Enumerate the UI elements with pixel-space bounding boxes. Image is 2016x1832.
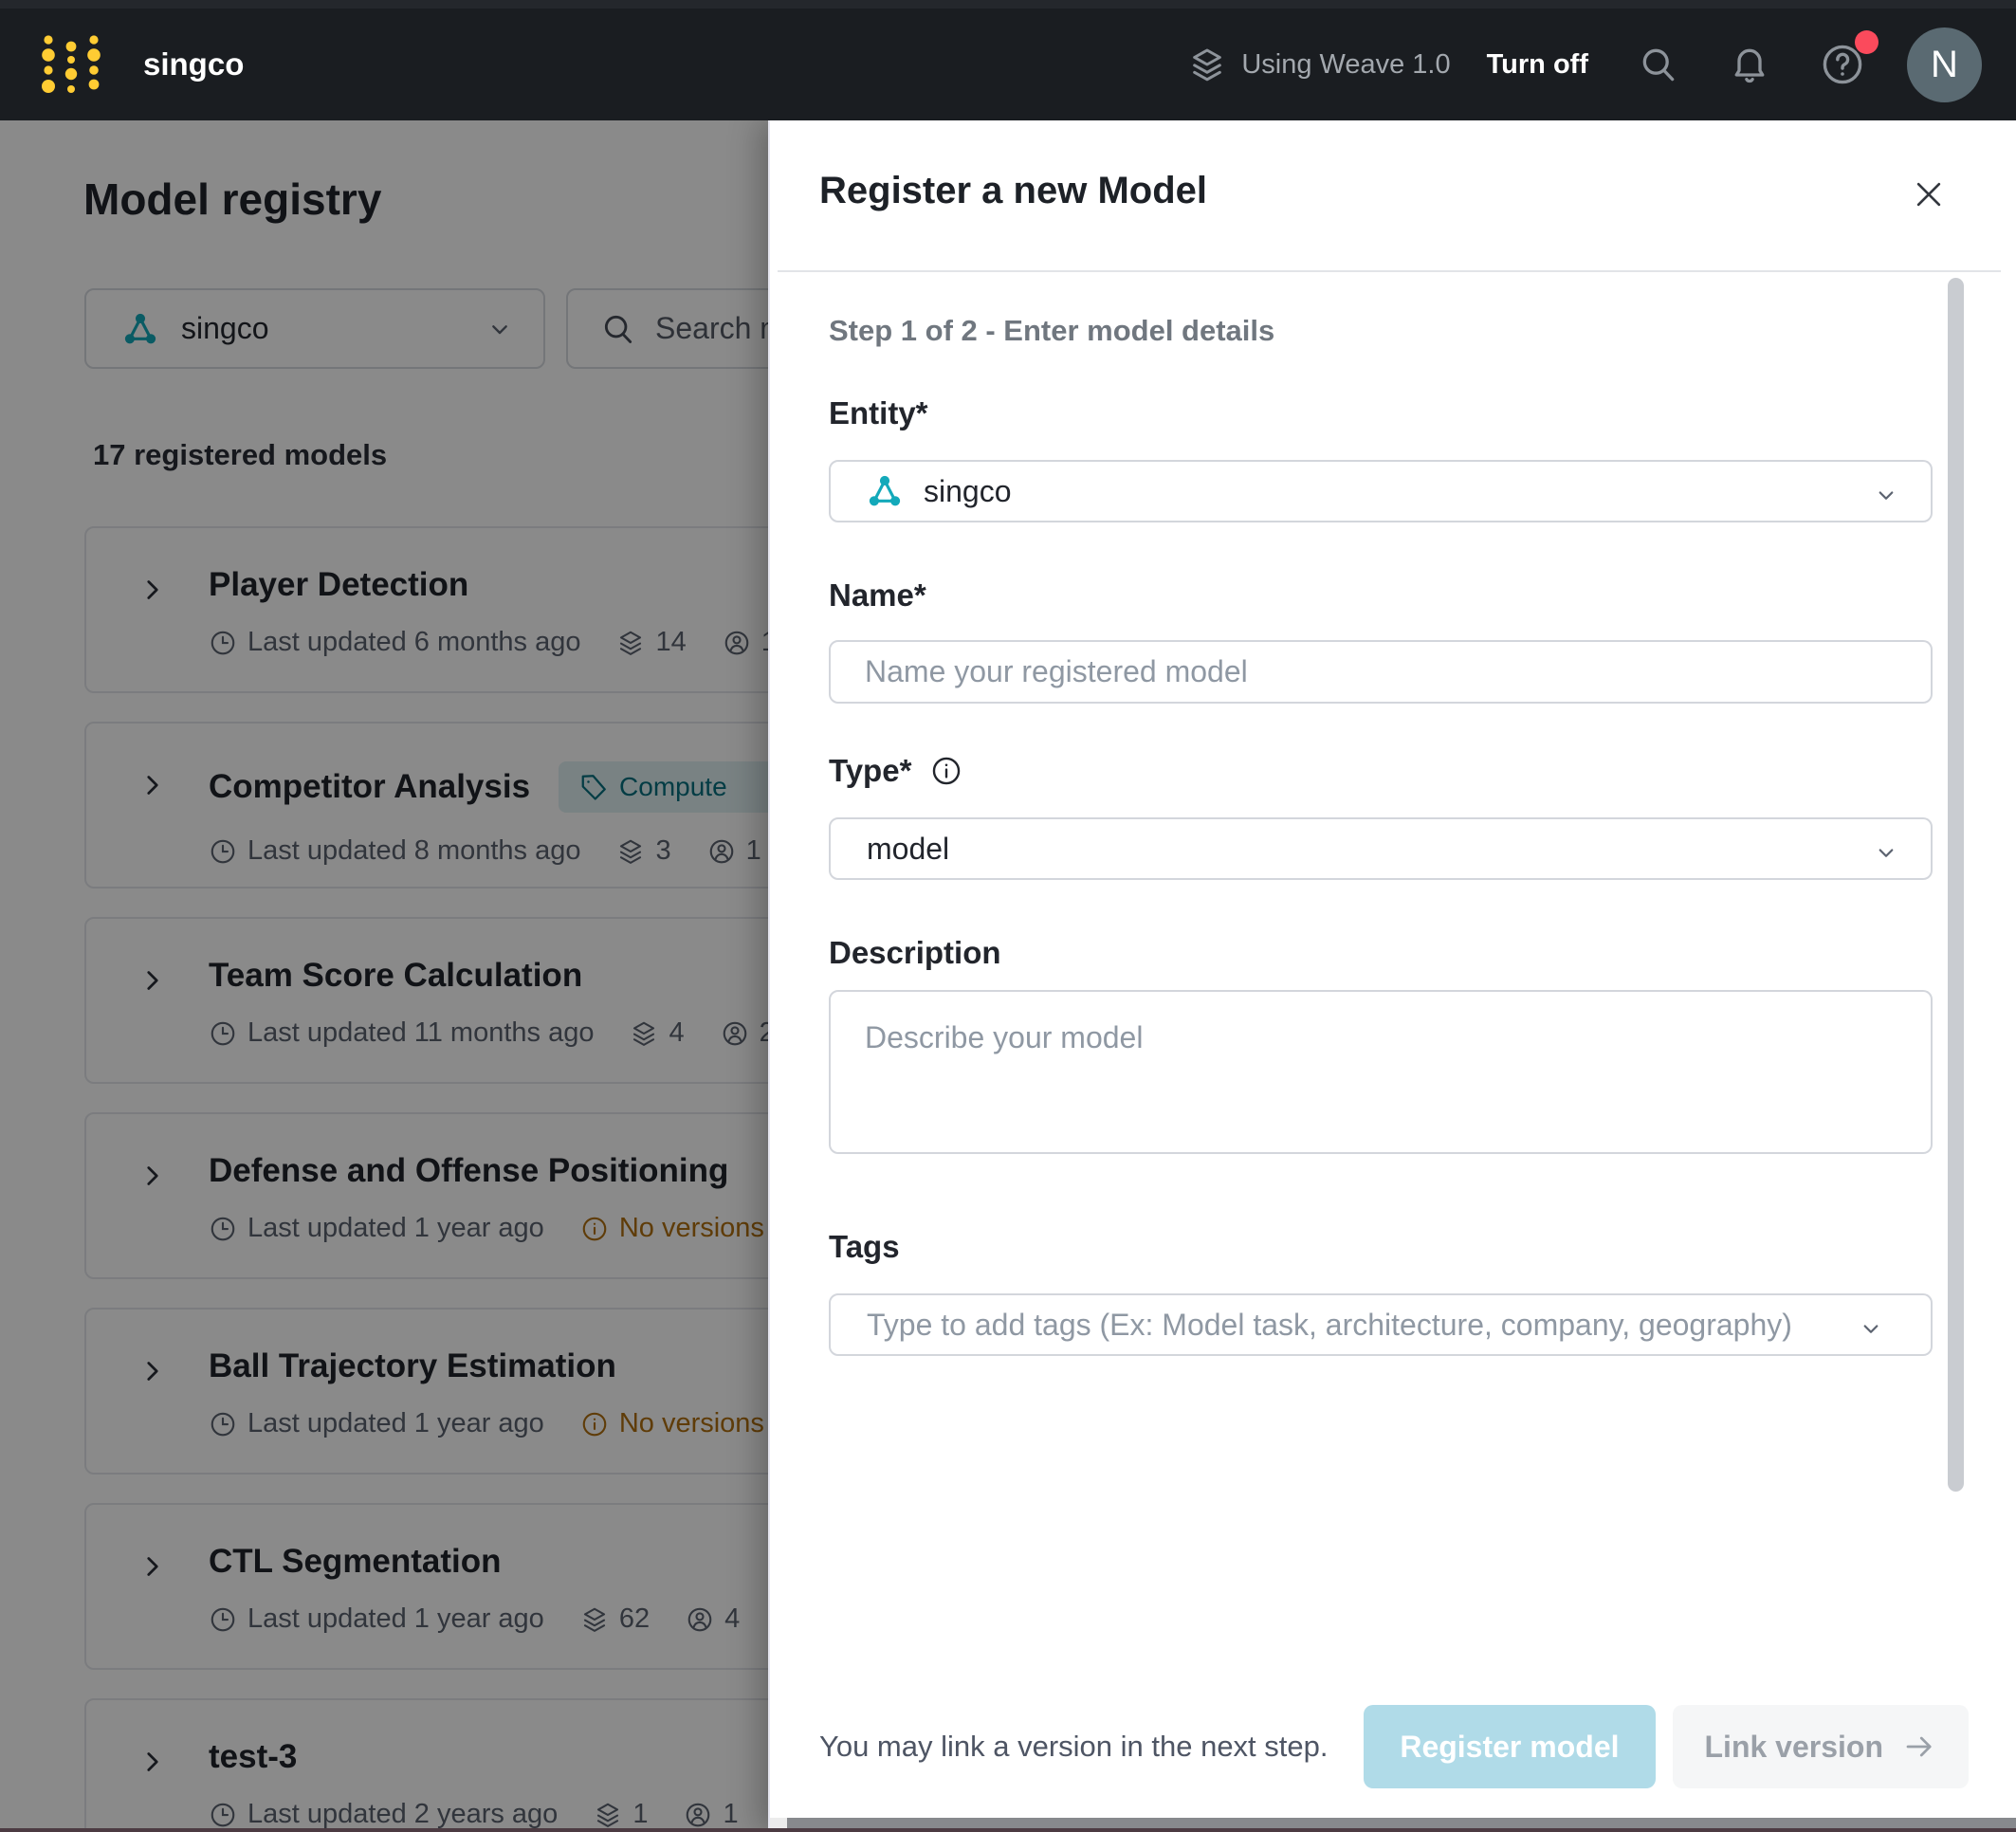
description-textarea[interactable] (829, 990, 1933, 1154)
entity-select-value: singco (924, 473, 1012, 508)
bell-icon[interactable] (1729, 44, 1770, 85)
chevron-down-icon (1857, 1314, 1885, 1343)
top-navbar: singco Using Weave 1.0 Turn off N (0, 0, 2016, 120)
type-select[interactable]: model (829, 817, 1933, 880)
type-select-value: model (867, 831, 950, 866)
tags-select[interactable]: Type to add tags (Ex: Model task, archit… (829, 1293, 1933, 1356)
footer-note: You may link a version in the next step. (819, 1730, 1329, 1763)
wandb-dots-logo-icon[interactable] (39, 30, 103, 99)
scrollbar-corner (770, 1818, 787, 1828)
type-label: Type* (829, 753, 912, 788)
drawer-horizontal-scrollbar[interactable] (787, 1818, 2016, 1828)
weave-status-label: Using Weave 1.0 (1241, 48, 1451, 80)
link-version-button[interactable]: Link version (1672, 1705, 1969, 1788)
name-label: Name* (829, 577, 926, 613)
close-icon[interactable] (1910, 175, 1948, 213)
chevron-down-icon (1872, 838, 1900, 867)
team-icon (867, 473, 903, 509)
drawer-body: Step 1 of 2 - Enter model details Entity… (770, 314, 2016, 1356)
drawer-header: Register a new Model (770, 120, 2016, 270)
search-icon[interactable] (1638, 44, 1679, 85)
drawer-vertical-scrollbar[interactable] (1948, 278, 1964, 1492)
info-icon[interactable] (930, 755, 962, 787)
drawer-footer: You may link a version in the next step.… (770, 1705, 2016, 1788)
link-version-label: Link version (1704, 1729, 1884, 1764)
step-indicator: Step 1 of 2 - Enter model details (829, 314, 1275, 347)
chevron-down-icon (1872, 481, 1900, 509)
register-model-button[interactable]: Register model (1364, 1705, 1656, 1788)
drawer-title: Register a new Model (819, 170, 1207, 211)
tags-placeholder: Type to add tags (Ex: Model task, archit… (867, 1307, 1792, 1342)
description-label: Description (829, 935, 1001, 970)
model-name-input[interactable] (829, 640, 1933, 704)
weave-layers-icon (1188, 46, 1226, 83)
header-divider (778, 270, 2001, 272)
workspace-title: singco (143, 46, 245, 82)
notification-dot (1855, 30, 1879, 54)
tags-label: Tags (829, 1229, 900, 1264)
turn-off-weave-button[interactable]: Turn off (1487, 49, 1588, 81)
help-icon[interactable] (1820, 30, 1879, 87)
register-model-drawer: Register a new Model Step 1 of 2 - Enter… (768, 120, 2016, 1832)
entity-label: Entity* (829, 395, 928, 431)
avatar[interactable]: N (1907, 27, 1982, 102)
arrow-right-icon (1902, 1730, 1936, 1764)
entity-select[interactable]: singco (829, 460, 1933, 522)
viewport-bottom-edge (0, 1828, 2016, 1832)
